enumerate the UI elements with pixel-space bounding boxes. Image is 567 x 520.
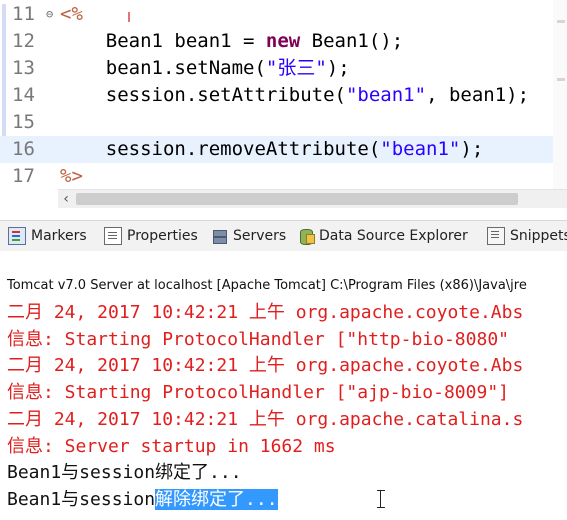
console-text: 信息: Server startup in 1662 ms [7, 436, 336, 457]
overview-marker[interactable] [557, 20, 565, 23]
console-text: 二月 24, 2017 10:42:21 上午 org.apache.catal… [7, 409, 524, 430]
code-token: Bean1 bean1 = [60, 30, 266, 52]
horizontal-scrollbar[interactable]: ‹ [58, 189, 567, 208]
editor-line[interactable]: 11 ⊖ <% [0, 1, 567, 28]
markers-icon [8, 227, 26, 245]
console-line: Bean1与session绑定了... [7, 460, 242, 486]
console-line: 二月 24, 2017 10:42:21 上午 org.apache.catal… [7, 407, 523, 433]
text-cursor-icon [377, 489, 385, 509]
snippets-icon [487, 227, 505, 245]
code-token: , bean1); [426, 84, 530, 106]
console-line: 信息: Server startup in 1662 ms [7, 434, 336, 460]
code-text: bean1.setName("张三"); [60, 55, 350, 82]
console-text: Bean1与session绑定了... [7, 462, 242, 483]
data-source-explorer-icon [298, 228, 315, 245]
console-line: Bean1与session解除绑定了... [7, 487, 278, 513]
fold-toggle-icon[interactable]: ⊖ [46, 8, 53, 20]
tab-snippets[interactable]: Snippets [487, 221, 567, 251]
code-token: ); [326, 57, 350, 79]
code-text: session.removeAttribute("bean1"); [60, 136, 484, 163]
line-number: 17 [12, 165, 35, 187]
console-line: 二月 24, 2017 10:42:21 上午 org.apache.coyot… [7, 353, 523, 379]
overview-marker[interactable] [557, 78, 565, 81]
editor-line[interactable]: 16 session.removeAttribute("bean1"); [0, 136, 567, 163]
scrollbar-thumb[interactable] [76, 193, 518, 205]
editor-line[interactable]: 14 session.setAttribute("bean1", bean1); [0, 82, 567, 109]
tab-label: Properties [127, 228, 198, 244]
line-number: 14 [12, 84, 35, 106]
console-line: 二月 24, 2017 10:42:21 上午 org.apache.coyot… [7, 300, 523, 326]
tab-label: Snippets [510, 228, 567, 244]
views-tab-bar: Markers Properties Servers Data Source E… [0, 220, 567, 252]
console-text: 二月 24, 2017 10:42:21 上午 org.apache.coyot… [7, 302, 524, 323]
code-token: Bean1(); [300, 30, 404, 52]
code-token: ); [460, 138, 484, 160]
editor-line[interactable]: 13 bean1.setName("张三"); [0, 55, 567, 82]
code-text: Bean1 bean1 = new Bean1(); [60, 28, 403, 55]
overview-ruler[interactable] [553, 0, 567, 189]
code-token: "bean1" [380, 138, 461, 160]
code-token: <% [60, 3, 83, 25]
code-editor[interactable]: 11 ⊖ <% 12 Bean1 bean1 = new Bean1(); 13 bea… [0, 0, 567, 189]
editor-line[interactable]: 15 [0, 109, 567, 136]
tab-markers[interactable]: Markers [8, 221, 87, 251]
quick-diff-marker [128, 12, 130, 22]
editor-line[interactable]: 12 Bean1 bean1 = new Bean1(); [0, 28, 567, 55]
scroll-corner [0, 189, 58, 207]
console-text: 信息: Starting ProtocolHandler ["http-bio-… [7, 329, 509, 350]
code-token: session.setAttribute( [60, 84, 346, 106]
line-number: 15 [12, 111, 35, 133]
servers-icon [212, 228, 228, 244]
code-text: session.setAttribute("bean1", bean1); [60, 82, 529, 109]
tab-properties[interactable]: Properties [104, 221, 198, 251]
console-text: 二月 24, 2017 10:42:21 上午 org.apache.coyot… [7, 355, 524, 376]
console-line: 信息: Starting ProtocolHandler ["http-bio-… [7, 327, 509, 353]
code-token: "bean1" [345, 84, 427, 106]
tab-data-source-explorer[interactable]: Data Source Explorer [298, 221, 468, 251]
line-number: 16 [12, 138, 35, 160]
console-line: 信息: Starting ProtocolHandler ["ajp-bio-8… [7, 380, 509, 406]
code-token: %> [60, 165, 83, 187]
view-separator [0, 208, 567, 220]
console-text: 信息: Starting ProtocolHandler ["ajp-bio-8… [7, 382, 509, 403]
tab-label: Servers [233, 228, 287, 244]
tab-servers[interactable]: Servers [212, 221, 286, 251]
code-text: %> [60, 163, 83, 189]
code-token: new [265, 30, 301, 52]
editor-line[interactable]: 17 %> [0, 163, 567, 189]
tab-label: Data Source Explorer [319, 228, 468, 244]
selected-text[interactable]: 解除绑定了... [155, 489, 278, 510]
console-text: Bean1与session [7, 489, 156, 510]
code-token: "张三" [265, 57, 327, 79]
code-token: bean1.setName( [60, 57, 266, 79]
properties-icon [104, 227, 122, 245]
console-title: Tomcat v7.0 Server at localhost [Apache … [7, 278, 527, 293]
code-token: session.removeAttribute( [60, 138, 381, 160]
code-text: <% [60, 1, 83, 28]
line-number: 13 [12, 57, 35, 79]
scroll-left-icon[interactable]: ‹ [62, 190, 70, 208]
tab-label: Markers [31, 228, 87, 244]
line-number: 11 [12, 3, 35, 25]
line-number: 12 [12, 30, 35, 52]
